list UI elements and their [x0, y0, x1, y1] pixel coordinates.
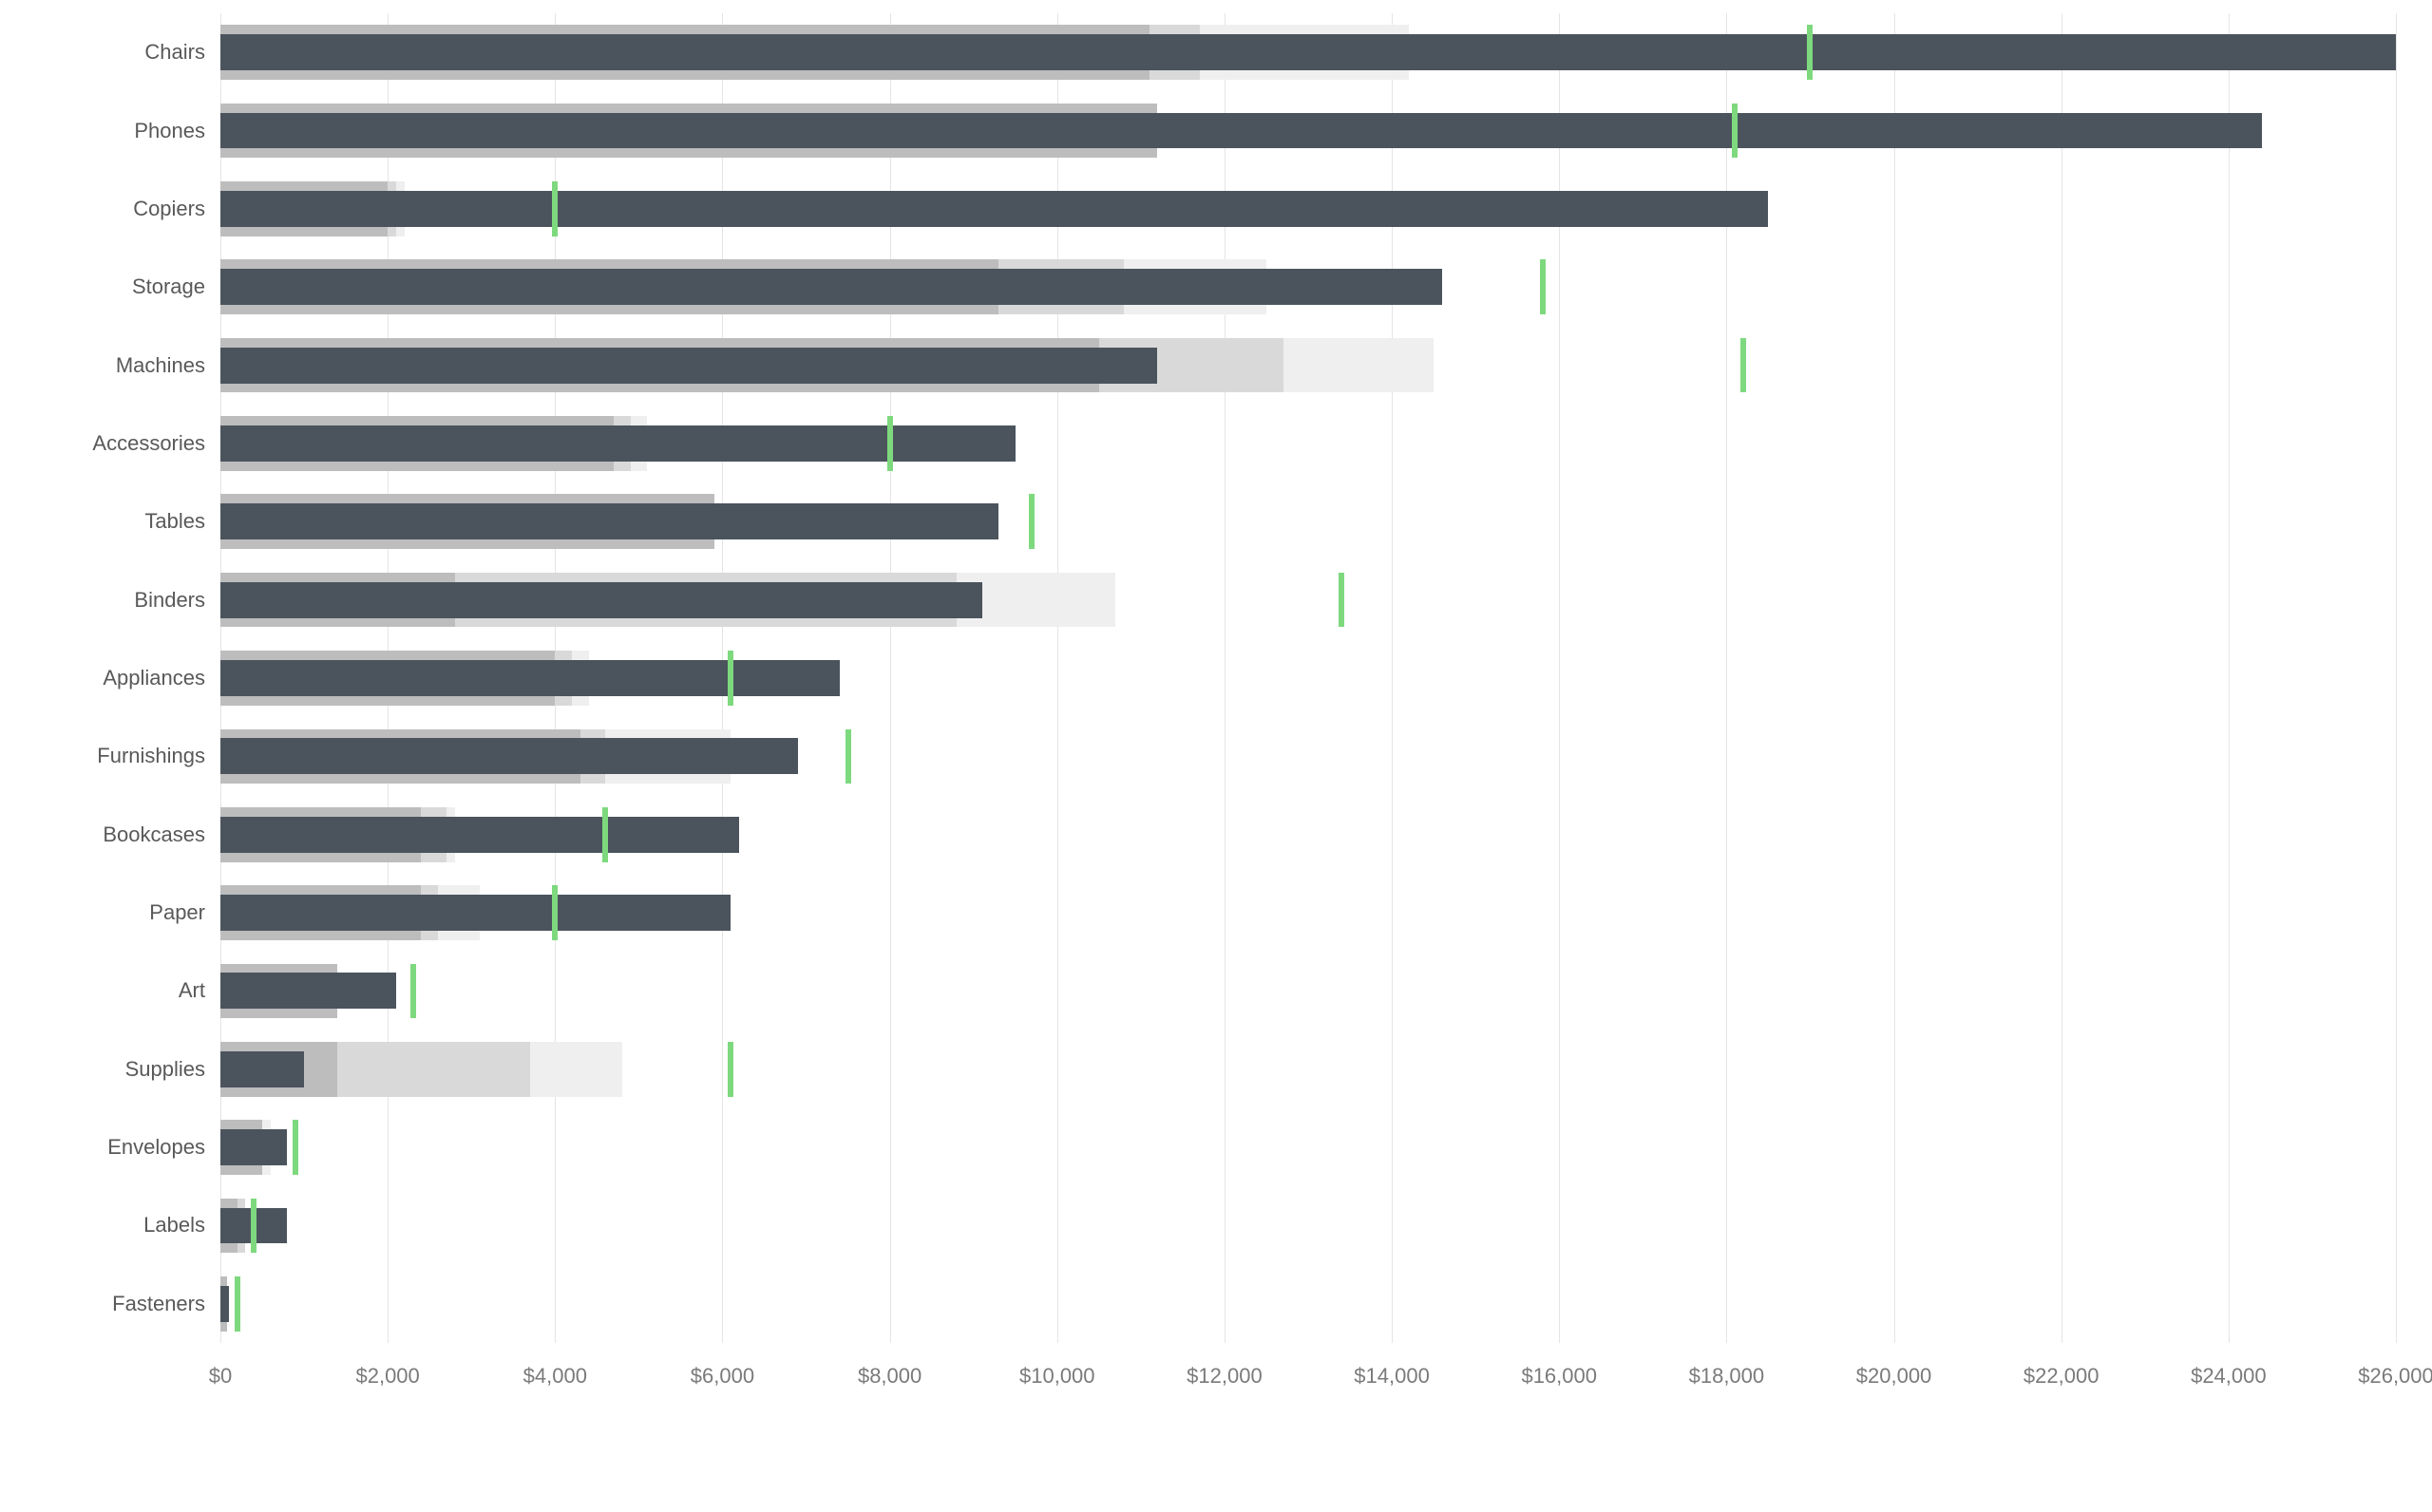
bullet-row	[220, 91, 2396, 169]
actual-bar	[220, 503, 998, 539]
category-label: Appliances	[103, 668, 205, 689]
actual-bar	[220, 1129, 287, 1165]
actual-bar	[220, 348, 1157, 384]
actual-bar	[220, 269, 1442, 305]
bullet-row	[220, 560, 2396, 638]
x-tick-label: $2,000	[355, 1364, 419, 1389]
actual-bar	[220, 738, 798, 774]
bullet-row	[220, 1186, 2396, 1264]
x-tick-label: $24,000	[2191, 1364, 2267, 1389]
bullet-row	[220, 717, 2396, 795]
actual-bar	[220, 34, 2396, 70]
actual-bar	[220, 895, 731, 931]
actual-bar	[220, 1286, 229, 1322]
target-mark	[1029, 494, 1035, 549]
target-mark	[728, 651, 733, 706]
target-mark	[728, 1042, 733, 1097]
bullet-row	[220, 1030, 2396, 1108]
bullet-row	[220, 874, 2396, 952]
x-tick-label: $6,000	[691, 1364, 754, 1389]
category-label: Copiers	[133, 198, 205, 219]
bullet-row	[220, 1265, 2396, 1343]
target-mark	[251, 1199, 256, 1254]
target-mark	[1540, 259, 1546, 314]
bullet-row	[220, 482, 2396, 560]
category-label: Tables	[144, 511, 205, 532]
category-label: Envelopes	[107, 1137, 205, 1158]
x-tick-label: $26,000	[2358, 1364, 2432, 1389]
x-tick-label: $18,000	[1689, 1364, 1765, 1389]
category-label: Machines	[116, 355, 205, 376]
bullet-row	[220, 13, 2396, 91]
actual-bar	[220, 660, 840, 696]
category-label: Fasteners	[112, 1294, 205, 1314]
plot-area	[220, 13, 2396, 1343]
target-mark	[1732, 104, 1738, 159]
actual-bar	[220, 113, 2262, 149]
x-tick-label: $16,000	[1521, 1364, 1597, 1389]
actual-bar	[220, 425, 1016, 462]
category-label: Storage	[132, 276, 205, 297]
actual-bar	[220, 1051, 304, 1087]
actual-bar	[220, 582, 982, 618]
x-tick-label: $20,000	[1856, 1364, 1932, 1389]
x-tick-label: $14,000	[1354, 1364, 1430, 1389]
target-mark	[602, 807, 608, 862]
category-label: Labels	[143, 1215, 205, 1236]
category-label: Furnishings	[97, 746, 205, 766]
target-mark	[1807, 25, 1813, 80]
x-tick-label: $10,000	[1019, 1364, 1095, 1389]
bullet-row	[220, 639, 2396, 717]
target-mark	[410, 964, 416, 1019]
bullet-row	[220, 326, 2396, 404]
bullet-row	[220, 170, 2396, 248]
bullet-row	[220, 405, 2396, 482]
bullet-row	[220, 1108, 2396, 1186]
target-mark	[846, 729, 851, 784]
x-tick-label: $4,000	[523, 1364, 587, 1389]
target-mark	[1740, 338, 1746, 393]
bullet-row	[220, 796, 2396, 874]
x-tick-label: $12,000	[1187, 1364, 1263, 1389]
category-label: Phones	[134, 121, 205, 142]
target-mark	[887, 416, 893, 471]
x-tick-label: $22,000	[2024, 1364, 2100, 1389]
category-label: Supplies	[125, 1059, 205, 1080]
category-label: Art	[179, 980, 205, 1001]
target-mark	[235, 1276, 240, 1332]
x-tick-label: $8,000	[858, 1364, 922, 1389]
bullet-row	[220, 248, 2396, 326]
bullet-row	[220, 952, 2396, 1030]
actual-bar	[220, 191, 1768, 227]
category-label: Accessories	[92, 433, 205, 454]
actual-bar	[220, 973, 396, 1009]
category-label: Paper	[149, 902, 205, 923]
target-mark	[293, 1120, 298, 1175]
x-tick-label: $0	[209, 1364, 232, 1389]
target-mark	[1339, 573, 1344, 628]
gridline	[2396, 13, 2397, 1343]
category-label: Binders	[134, 590, 205, 611]
bullet-chart: Chairs Phones Copiers Storage Machines Access…	[0, 0, 2432, 1512]
target-mark	[552, 885, 558, 940]
category-label: Chairs	[144, 42, 205, 63]
target-mark	[552, 181, 558, 236]
actual-bar	[220, 817, 739, 853]
category-label: Bookcases	[103, 824, 205, 845]
